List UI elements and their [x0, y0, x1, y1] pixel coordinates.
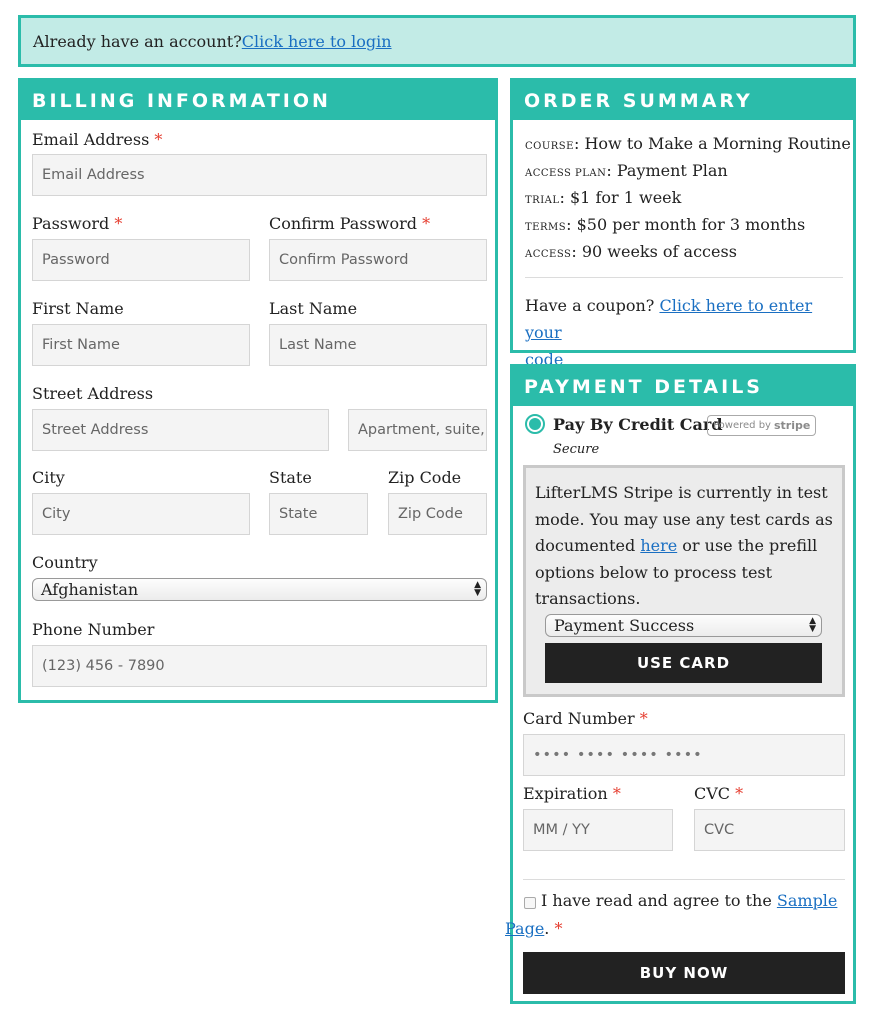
email-input[interactable]: Email Address [32, 154, 487, 196]
country-select[interactable]: Afghanistan ▲ ▼ [32, 578, 487, 601]
password-input[interactable]: Password [32, 239, 250, 281]
zip-input[interactable]: Zip Code [388, 493, 487, 535]
agree-text: I have read and agree to the Sample Page… [505, 891, 838, 938]
state-label: State [269, 468, 312, 487]
use-card-button[interactable]: USE CARD [545, 643, 822, 683]
login-notice-text: Already have an account? [33, 31, 242, 51]
cvc-input[interactable]: CVC [694, 809, 845, 851]
payment-title: PAYMENT DETAILS [513, 367, 853, 406]
first-name-input[interactable]: First Name [32, 324, 250, 366]
country-value: Afghanistan [41, 580, 139, 599]
prefill-select[interactable]: Payment Success ▲ ▼ [545, 614, 822, 637]
summary-title: ORDER SUMMARY [513, 81, 853, 120]
city-label: City [32, 468, 65, 487]
credit-card-radio[interactable] [525, 414, 545, 434]
summary-divider [525, 277, 843, 278]
coupon-notice: Have a coupon? Click here to enter your … [525, 296, 813, 369]
billing-panel: BILLING INFORMATION Email Address * Emai… [18, 78, 498, 703]
sample-page-link[interactable]: Sample [777, 891, 838, 910]
country-label: Country [32, 553, 98, 572]
credit-card-label: Pay By Credit Card [553, 415, 723, 434]
confirm-password-input[interactable]: Confirm Password [269, 239, 487, 281]
secure-text: Secure [553, 442, 600, 457]
expiration-label: Expiration * [523, 784, 621, 803]
phone-label: Phone Number [32, 620, 155, 639]
summary-row-access-plan: Access Plan: Payment Plan [525, 161, 728, 180]
street-input-2[interactable]: Apartment, suite, or unit [348, 409, 487, 451]
card-number-input[interactable]: •••• •••• •••• •••• [523, 734, 845, 776]
first-name-label: First Name [32, 299, 124, 318]
summary-row-access: Access: 90 weeks of access [525, 242, 737, 261]
login-link[interactable]: Click here to login [242, 32, 392, 51]
card-number-label: Card Number * [523, 709, 648, 728]
zip-label: Zip Code [388, 468, 462, 487]
street-input[interactable]: Street Address [32, 409, 329, 451]
test-cards-link[interactable]: here [640, 536, 677, 555]
test-mode-message: LifterLMS Stripe is currently in test mo… [535, 483, 833, 608]
summary-row-terms: Terms: $50 per month for 3 months [525, 215, 806, 234]
last-name-label: Last Name [269, 299, 358, 318]
buy-now-button[interactable]: BUY NOW [523, 952, 845, 994]
confirm-password-label: Confirm Password * [269, 214, 431, 233]
test-mode-box: LifterLMS Stripe is currently in test mo… [523, 465, 845, 697]
password-label: Password * [32, 214, 123, 233]
billing-title: BILLING INFORMATION [21, 81, 495, 120]
stripe-badge: Powered by stripe [707, 415, 817, 436]
order-summary-panel: ORDER SUMMARY Course: How to Make a Morn… [510, 78, 856, 369]
email-label: Email Address * [32, 130, 163, 149]
city-input[interactable]: City [32, 493, 250, 535]
payment-divider [523, 879, 845, 880]
expiration-input[interactable]: MM / YY [523, 809, 673, 851]
sample-page-link-continued[interactable]: Page [505, 919, 544, 938]
last-name-input[interactable]: Last Name [269, 324, 487, 366]
select-arrows-icon: ▲ ▼ [809, 616, 816, 634]
select-arrows-icon: ▲ ▼ [474, 580, 481, 598]
state-input[interactable]: State [269, 493, 368, 535]
payment-panel: PAYMENT DETAILS Pay By Credit Card Power… [505, 364, 856, 1004]
cvc-label: CVC * [694, 784, 744, 803]
login-notice: Already have an account? Click here to l… [18, 15, 856, 67]
prefill-value: Payment Success [554, 616, 695, 635]
phone-input[interactable]: (123) 456 - 7890 [32, 645, 487, 687]
summary-row-course: Course: How to Make a Morning Routine [525, 134, 851, 153]
street-label: Street Address [32, 384, 154, 403]
summary-row-trial: Trial: $1 for 1 week [525, 188, 682, 207]
